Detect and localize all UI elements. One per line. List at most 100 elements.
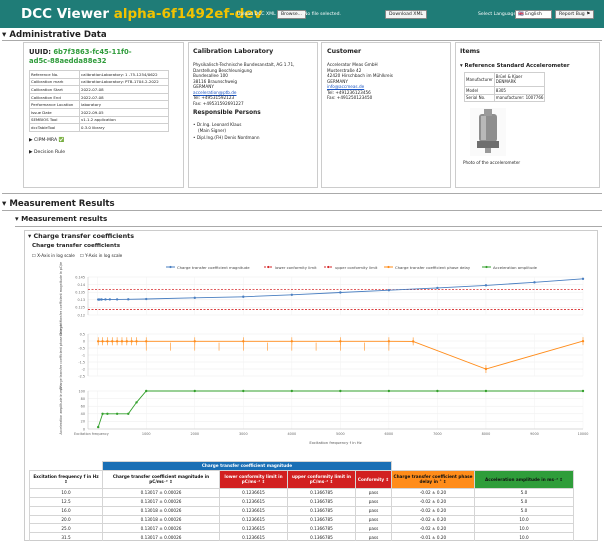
- decision-rule-toggle[interactable]: ▶ Decision Rule: [29, 150, 65, 156]
- table-row: Performance Location laboratory: [29, 100, 170, 109]
- items-title: Items: [460, 48, 480, 55]
- charge-transfer-chart[interactable]: Charge transfer coefficient magnitude low…: [28, 262, 598, 458]
- customer-title: Customer: [327, 48, 362, 55]
- table-cell: -0.02 ± 0.20: [391, 496, 475, 507]
- table-cell: 0.13018 ± 0.00026: [102, 514, 220, 525]
- y-tick-label: 20: [81, 420, 85, 424]
- table-row: 20.0 0.13018 ± 0.00026 0.1236615 0.1366785 p…: [29, 514, 574, 525]
- table-cell: 10.0: [474, 532, 574, 541]
- app-title: DCC Viewer alpha-6f1492ef-dev: [21, 6, 262, 22]
- core-value: 0.3.0 library: [78, 123, 170, 132]
- customer-tel-text: Tel: +491236123456: [327, 89, 371, 95]
- column-header[interactable]: Conformity ⇕: [355, 469, 392, 489]
- x-log-scale-option[interactable]: ☐ X-Axis in log scale: [32, 253, 75, 259]
- file-status: No file selected.: [304, 12, 342, 17]
- measurement-results-title: Measurement results: [21, 214, 108, 223]
- column-header[interactable]: upper conformity limit in pC/ms⁻² ⇕: [287, 469, 356, 489]
- y-tick-label: 0: [83, 339, 85, 343]
- download-xml-button[interactable]: Download XML: [385, 10, 427, 19]
- x-tick-label: 8000: [482, 432, 491, 436]
- cipm-mra-toggle[interactable]: ▶ CIPM-MRA ✅: [29, 138, 64, 144]
- empty-header: [475, 462, 574, 471]
- data-point: [411, 340, 415, 343]
- legend-label: Charge transfer coefficient magnitude: [177, 265, 250, 270]
- data-point: [387, 340, 391, 343]
- table-cell: 0.13017 ± 0.00026: [102, 496, 220, 507]
- legend-label: lower conformity limit: [275, 265, 317, 270]
- uuid-label: UUID:: [29, 48, 51, 56]
- browse-button[interactable]: Browse...: [277, 10, 307, 19]
- app-name: DCC Viewer: [21, 6, 110, 22]
- data-point: [104, 298, 107, 301]
- x-tick-label: Excitation frequency: [74, 432, 109, 436]
- x-tick-label: 4000: [288, 432, 297, 436]
- charge-transfer-toggle[interactable]: ▾ Charge transfer coefficients: [28, 232, 134, 240]
- measurement-results-toggle[interactable]: ▾ Measurement results: [15, 214, 107, 223]
- y-tick-label: 0.5: [80, 332, 85, 336]
- y-tick-label: -1: [82, 353, 85, 357]
- photo-caption: Photo of the accelerometer: [463, 160, 521, 165]
- language-select[interactable]: 🇬🇧 English: [515, 10, 552, 19]
- data-point: [135, 340, 138, 343]
- core-value: 2022-07-08: [78, 85, 170, 94]
- column-header[interactable]: Acceleration amplitude in ms⁻² ⇕: [474, 469, 574, 489]
- core-key: Calibration Start: [29, 85, 80, 94]
- lab-title: Calibration Laboratory: [193, 48, 274, 55]
- table-cell: 12.5: [29, 496, 103, 507]
- x-tick-label: 7000: [433, 432, 442, 436]
- report-bug-button[interactable]: Report Bug ⚑: [555, 10, 595, 19]
- table-cell: 0.1366785: [287, 523, 356, 534]
- data-point: [115, 412, 119, 415]
- data-point: [115, 298, 119, 301]
- x-tick-label: 1000: [142, 432, 151, 436]
- expand-triangle-icon: ▾: [460, 63, 463, 69]
- table-row: SEMBIOS Tool v1.1.2 application: [29, 115, 170, 125]
- app-header: DCC Viewer alpha-6f1492ef-dev Upload DCC…: [0, 0, 604, 28]
- table-cell: 25.0: [29, 523, 103, 534]
- table-cell: 0.1236615: [219, 496, 288, 507]
- core-value: calibrationLaboratory: PTB-1704.2-2022: [78, 77, 170, 87]
- data-point: [101, 412, 104, 415]
- customer-fax: Fax: +491250123450: [327, 95, 372, 101]
- measurement-section-toggle[interactable]: ▾ Measurement Results: [2, 199, 115, 209]
- legend-marker: [267, 265, 270, 269]
- charge-transfer-title: Charge transfer coefficients: [33, 232, 135, 240]
- core-value: 2022-07-08: [78, 92, 170, 102]
- data-point: [100, 298, 103, 301]
- column-header[interactable]: Charge transfer coefficient magnitude in…: [102, 469, 220, 489]
- checkbox[interactable]: ☐: [80, 253, 84, 258]
- table-cell: 0.13017 ± 0.00026: [102, 523, 220, 534]
- admin-section-toggle[interactable]: ▾ Administrative Data: [2, 30, 107, 40]
- cipm-mra-label: CIPM-MRA ✅: [34, 138, 65, 143]
- data-point: [436, 389, 439, 393]
- expand-triangle-icon: ▾: [2, 199, 7, 209]
- table-cell: 5.0: [474, 505, 574, 516]
- person-2-name: Dipl.Ing.(FH) Denis Nordmann: [196, 135, 260, 140]
- core-key: Performance Location: [29, 100, 80, 109]
- table-cell: -0.01 ± 0.20: [391, 532, 475, 541]
- item-key: Manufacturer: [464, 72, 495, 87]
- checkbox[interactable]: ☐: [32, 253, 36, 258]
- column-header[interactable]: lower conformity limit in pC/ms⁻² ⇕: [219, 469, 288, 489]
- table-cell: -0.02 ± 0.20: [391, 523, 475, 534]
- y-tick-label: 80: [81, 397, 85, 401]
- table-row: Issue Date 2022-09-05: [29, 107, 170, 117]
- table-row: 25.0 0.13017 ± 0.00026 0.1236615 0.1366785 p…: [29, 523, 574, 534]
- column-header[interactable]: Charge transfer coefficient phase delay …: [391, 469, 475, 489]
- x-tick-label: 10000: [578, 432, 589, 436]
- expand-triangle-icon: ▾: [28, 232, 32, 240]
- measurement-section-title: Measurement Results: [9, 199, 115, 209]
- data-point: [127, 298, 130, 301]
- data-point: [193, 340, 196, 343]
- table-cell: 0.13017 ± 0.00026: [102, 487, 220, 498]
- item-table: Manufacturer Brüel & Kjaer DENMARK Model 83…: [464, 72, 546, 103]
- table-cell: 0.1236615: [219, 523, 288, 534]
- table-row: Serial No. manufacturer: 1007766: [464, 93, 546, 103]
- reference-standard-title: Reference Standard Accelerometer: [464, 63, 570, 69]
- divider: [2, 40, 602, 41]
- reference-standard-toggle[interactable]: ▾ Reference Standard Accelerometer: [460, 63, 569, 69]
- y-log-scale-option[interactable]: ☐ Y-Axis in log scale: [80, 253, 122, 259]
- column-header[interactable]: Excitation frequency f in Hz ⇕: [29, 469, 103, 489]
- y-tick-label: -1.5: [78, 360, 85, 364]
- y-tick-label: 0.14: [77, 283, 85, 287]
